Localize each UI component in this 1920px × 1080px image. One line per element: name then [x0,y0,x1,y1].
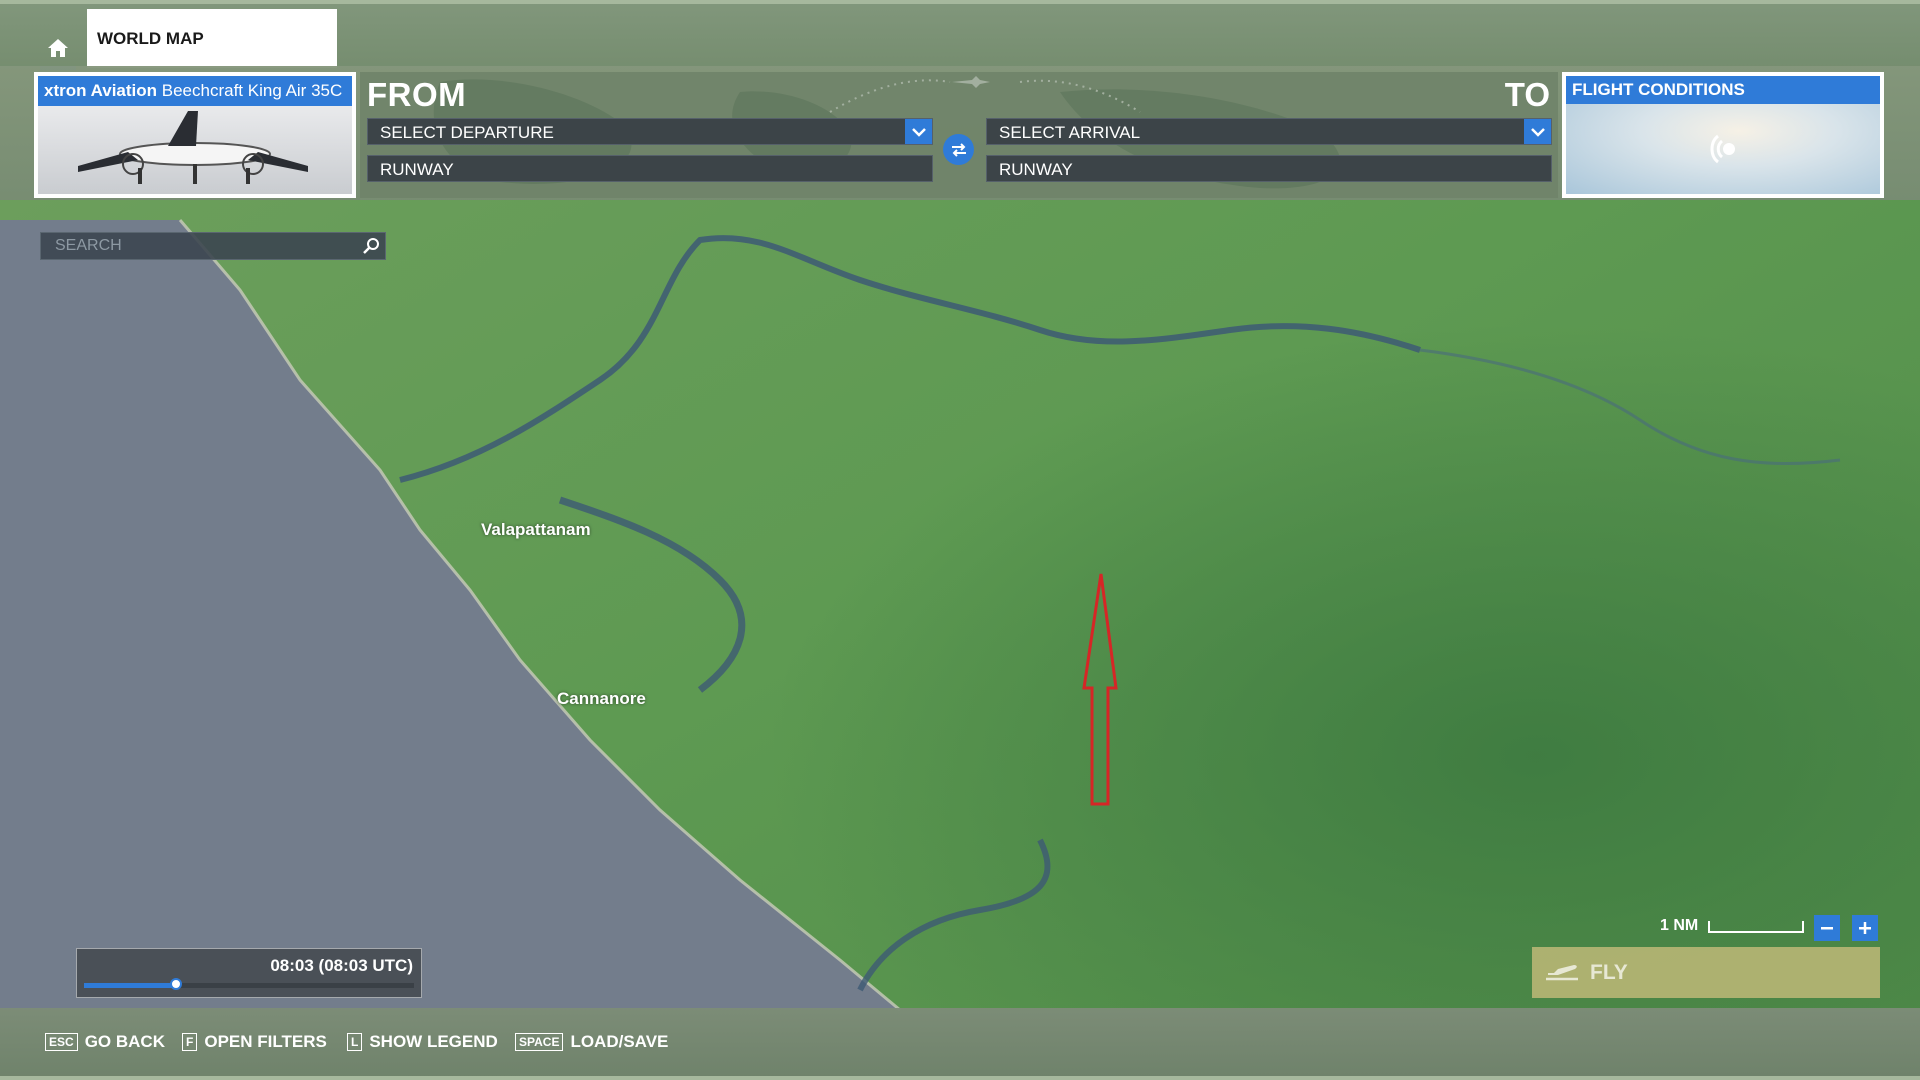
aircraft-manufacturer: xtron Aviation [44,81,158,100]
departure-runway-field[interactable]: RUNWAY [367,155,933,182]
bottom-hint-bar: ESC GO BACK F OPEN FILTERS L SHOW LEGEND… [0,1008,1920,1080]
time-slider-handle[interactable] [170,978,183,990]
arrival-select-text: SELECT ARRIVAL [999,123,1141,142]
fly-label: FLY [1590,960,1628,984]
departure-select-text: SELECT DEPARTURE [380,123,554,142]
hint-label: SHOW LEGEND [369,1032,498,1051]
zoom-out-button[interactable] [1814,915,1840,941]
tab-world-map[interactable]: WORLD MAP [87,9,337,68]
flight-conditions-title: FLIGHT CONDITIONS [1566,76,1880,104]
key-f: F [182,1033,198,1051]
time-slider-fill [84,983,177,988]
map-scale-label: 1 NM [1660,917,1699,934]
search-input[interactable] [41,233,351,259]
hint-go-back[interactable]: ESC GO BACK [45,1032,165,1052]
aircraft-selection-card[interactable]: xtron Aviation Beechcraft King Air 35C [34,72,356,198]
from-label: FROM [367,76,467,113]
map-scale-bar [1708,921,1804,933]
aircraft-model: Beechcraft King Air 35C [161,81,343,100]
flight-conditions-card[interactable]: FLIGHT CONDITIONS [1562,72,1884,198]
aircraft-image [38,106,352,194]
hint-label: OPEN FILTERS [204,1032,327,1051]
hint-label: LOAD/SAVE [570,1032,669,1051]
top-bar: WORLD MAP [0,0,1920,70]
home-button[interactable] [40,30,76,70]
arrival-select[interactable]: SELECT ARRIVAL [986,118,1552,145]
hint-show-legend[interactable]: L SHOW LEGEND [347,1032,498,1052]
airplane-takeoff-icon [1546,964,1578,980]
to-label: TO [1504,76,1550,113]
key-l: L [347,1033,363,1051]
time-slider[interactable] [84,978,414,990]
key-esc: ESC [45,1033,78,1051]
aircraft-picture [78,111,308,184]
swap-arrows-icon [951,142,966,157]
zoom-in-button[interactable] [1852,915,1878,941]
arrival-runway-text: RUNWAY [999,160,1073,179]
chevron-down-icon[interactable] [1524,119,1551,144]
hint-load-save[interactable]: SPACE LOAD/SAVE [515,1032,668,1052]
hint-open-filters[interactable]: F OPEN FILTERS [182,1032,327,1052]
search-icon[interactable] [361,236,381,256]
arrival-runway-field[interactable]: RUNWAY [986,155,1552,182]
chevron-down-icon[interactable] [905,119,932,144]
hint-label: GO BACK [84,1032,165,1051]
swap-route-button[interactable] [943,134,974,165]
minus-icon [1821,927,1833,930]
key-space: SPACE [515,1033,564,1051]
departure-runway-text: RUNWAY [380,160,454,179]
aircraft-title: xtron Aviation Beechcraft King Air 35C [38,76,352,106]
departure-select[interactable]: SELECT DEPARTURE [367,118,933,145]
weather-icon [1710,134,1735,164]
time-display: 08:03 (08:03 UTC) [270,956,413,975]
home-icon [48,39,68,57]
search-box [40,232,386,260]
time-of-day-panel: 08:03 (08:03 UTC) [76,948,422,998]
plus-icon [1859,922,1871,934]
route-panel: FROM TO SELECT DEPARTURE RUNWAY SELECT A… [360,72,1558,198]
map-label-valapattanam: Valapattanam [481,520,591,539]
map-label-cannanore: Cannanore [557,689,646,708]
flight-conditions-preview [1566,104,1880,194]
fly-button[interactable]: FLY [1532,947,1880,998]
